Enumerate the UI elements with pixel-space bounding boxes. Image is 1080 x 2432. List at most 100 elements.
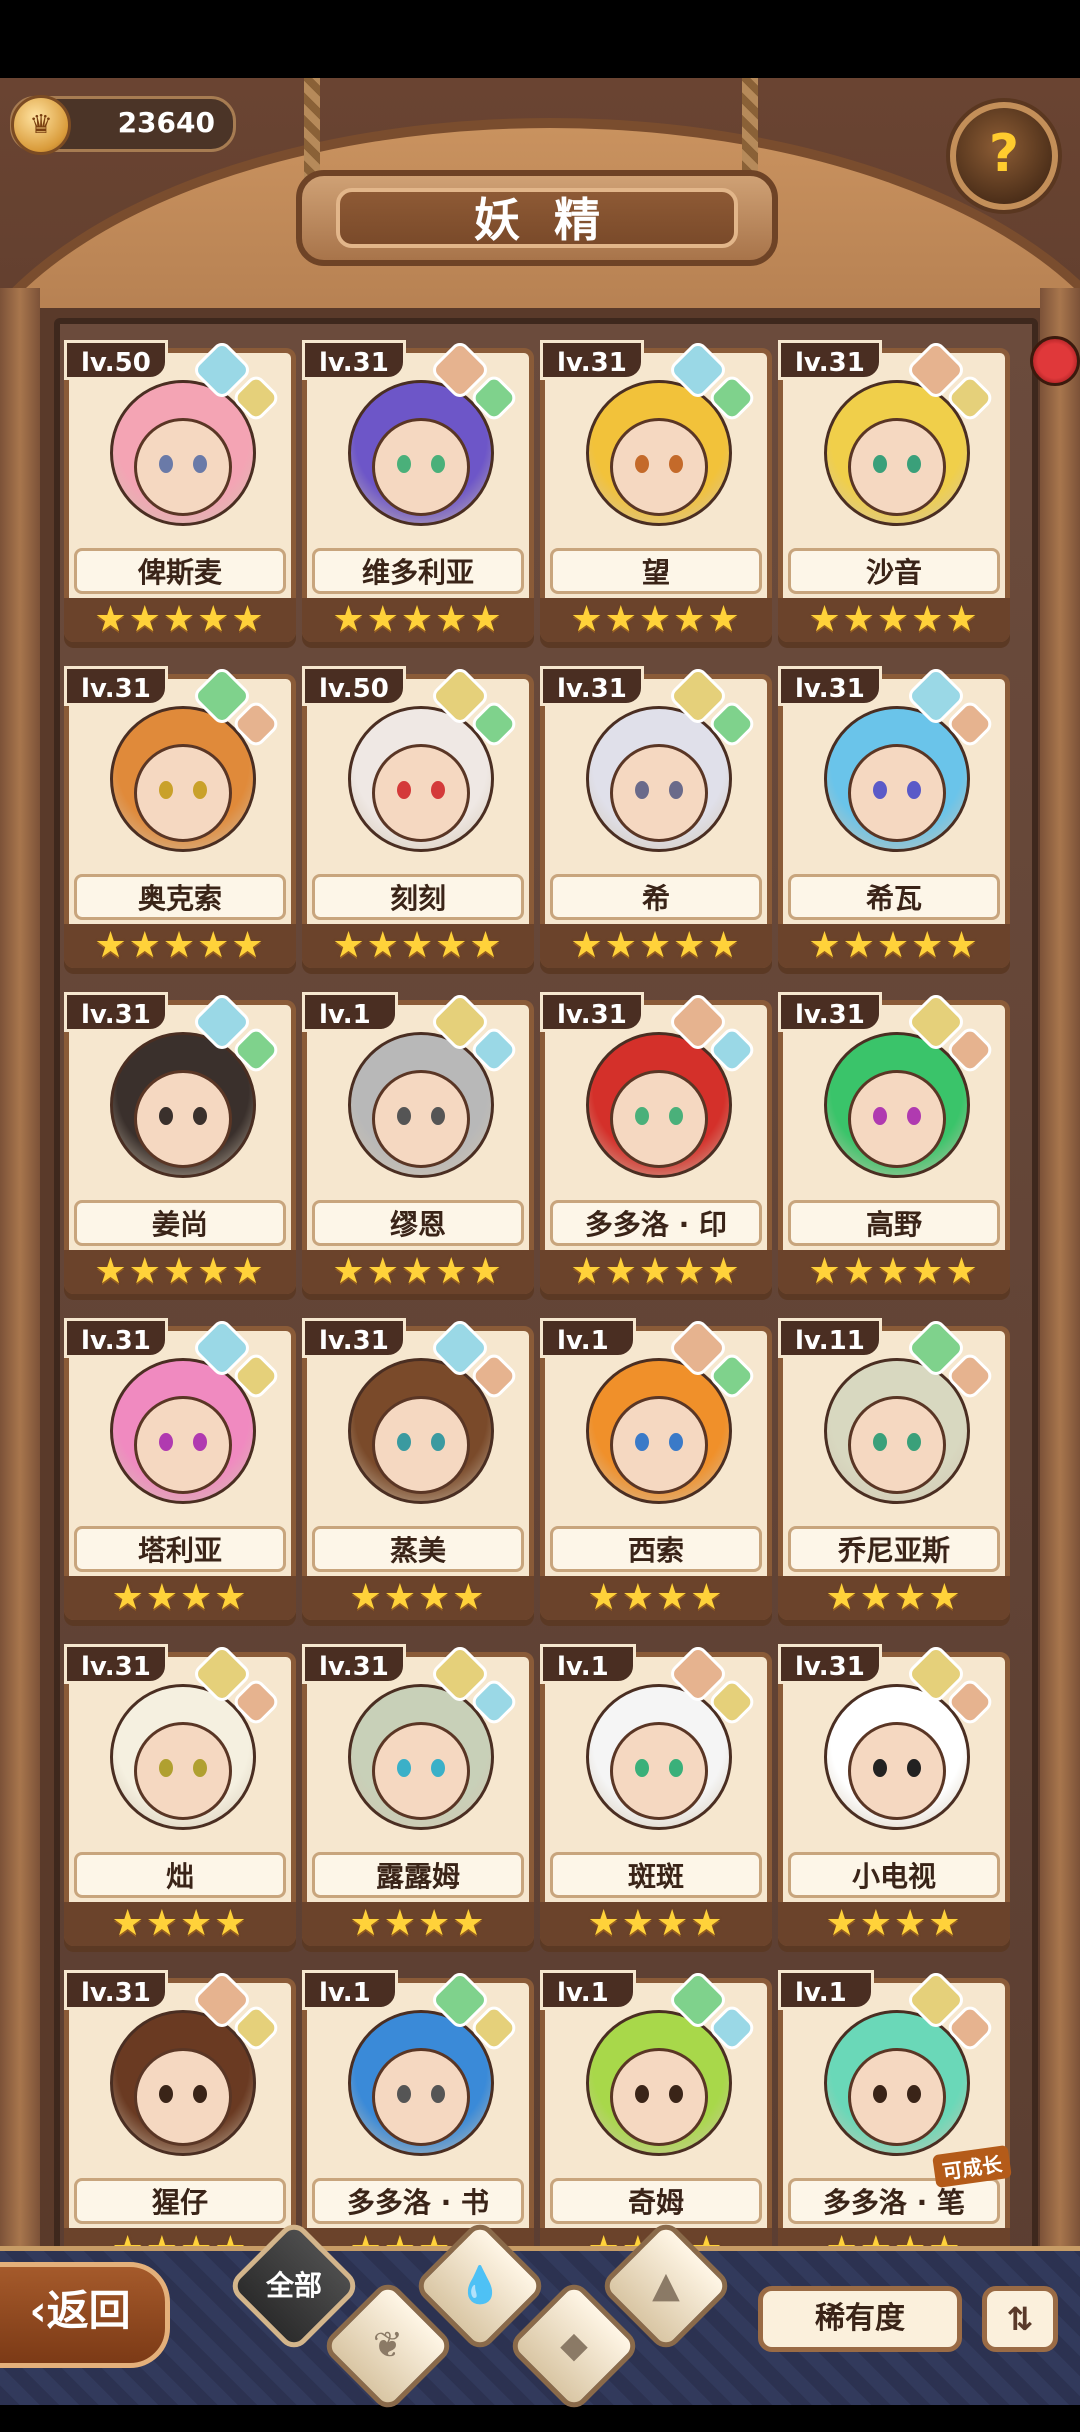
fairy-face <box>610 1396 708 1494</box>
fairy-eye <box>907 1759 921 1777</box>
fairy-eye <box>669 1759 683 1777</box>
fairy-eye <box>635 1759 649 1777</box>
fairy-face <box>372 744 470 842</box>
sort-order-icon: ⇅ <box>1006 2300 1034 2338</box>
star-rating: ★★★★ <box>64 1902 296 1946</box>
fairy-level: lv.31 <box>778 1644 882 1684</box>
fairy-level: lv.1 <box>302 1970 398 2010</box>
fairy-name: 沙音 <box>788 548 1000 594</box>
fairy-card[interactable]: lv.31 蒸美 ★★★★ <box>302 1316 534 1628</box>
fairy-eye <box>873 1759 887 1777</box>
star-rating: ★★★★★ <box>64 1250 296 1294</box>
fairy-eye <box>193 1759 207 1777</box>
fairy-eye <box>159 781 173 799</box>
fairy-eye <box>907 2085 921 2103</box>
fairy-face <box>372 1070 470 1168</box>
fairy-eye <box>193 2085 207 2103</box>
star-rating: ★★★★★ <box>64 598 296 642</box>
fairy-name: 刻刻 <box>312 874 524 920</box>
fairy-card[interactable]: lv.31 维多利亚 ★★★★★ <box>302 338 534 650</box>
fairy-card[interactable]: lv.31 塔利亚 ★★★★ <box>64 1316 296 1628</box>
fairy-card[interactable]: lv.1多多洛 · 笔★★★★可成长 <box>778 1968 1012 2280</box>
fairy-eye <box>159 2085 173 2103</box>
fairy-card[interactable]: lv.1 西索 ★★★★ <box>540 1316 772 1628</box>
fairy-eye <box>873 455 887 473</box>
star-rating: ★★★★★ <box>302 924 534 968</box>
fairy-level: lv.31 <box>64 1318 168 1358</box>
fairy-face <box>610 2048 708 2146</box>
fairy-face <box>372 2048 470 2146</box>
star-rating: ★★★★★ <box>778 924 1010 968</box>
fairy-level: lv.50 <box>302 666 406 706</box>
fairy-face <box>134 418 232 516</box>
fairy-level: lv.1 <box>540 1970 636 2010</box>
fairy-eye <box>397 1107 411 1125</box>
fairy-level: lv.31 <box>302 1318 406 1358</box>
fairy-level: lv.31 <box>540 340 644 380</box>
fairy-card[interactable]: lv.31 露露姆 ★★★★ <box>302 1642 534 1954</box>
fairy-card[interactable]: lv.1 斑斑 ★★★★ <box>540 1642 772 1954</box>
star-rating: ★★★★★ <box>540 598 772 642</box>
star-rating: ★★★★★ <box>302 598 534 642</box>
fairy-name: 西索 <box>550 1526 762 1572</box>
fairy-face <box>610 1722 708 1820</box>
fairy-name: 奥克索 <box>74 874 286 920</box>
fairy-card[interactable]: lv.31 希 ★★★★★ <box>540 664 772 976</box>
fairy-eye <box>907 781 921 799</box>
fairy-name: 小电视 <box>788 1852 1000 1898</box>
fairy-eye <box>669 2085 683 2103</box>
fairy-face <box>372 418 470 516</box>
rarity-sort-button[interactable]: 稀有度 <box>758 2286 962 2352</box>
fairy-face <box>610 1070 708 1168</box>
fairy-name: 多多洛 · 印 <box>550 1200 762 1246</box>
fairy-eye <box>159 1759 173 1777</box>
fairy-eye <box>635 1433 649 1451</box>
fairy-level: lv.31 <box>302 340 406 380</box>
fairy-card[interactable]: lv.31 沙音 ★★★★★ <box>778 338 1010 650</box>
rock-icon: ◆ <box>560 2325 588 2366</box>
fairy-face <box>134 1722 232 1820</box>
fairy-card[interactable]: lv.31 高野 ★★★★★ <box>778 990 1010 1302</box>
fairy-level: lv.31 <box>64 1644 168 1684</box>
fairy-card[interactable]: lv.11 乔尼亚斯 ★★★★ <box>778 1316 1010 1628</box>
fairy-level: lv.50 <box>64 340 168 380</box>
fairy-card[interactable]: lv.1多多洛 · 书★★★★ <box>302 1968 534 2280</box>
fairy-eye <box>397 781 411 799</box>
fairy-card[interactable]: lv.50 俾斯麦 ★★★★★ <box>64 338 296 650</box>
fairy-card[interactable]: lv.1 缪恩 ★★★★★ <box>302 990 534 1302</box>
fairy-eye <box>669 1107 683 1125</box>
fairy-eye <box>431 455 445 473</box>
sort-order-button[interactable]: ⇅ <box>982 2286 1058 2352</box>
fairy-level: lv.31 <box>64 666 168 706</box>
fairy-face <box>848 418 946 516</box>
fairy-card[interactable]: lv.31 多多洛 · 印 ★★★★★ <box>540 990 772 1302</box>
fairy-card[interactable]: lv.31 炪 ★★★★ <box>64 1642 296 1954</box>
star-rating: ★★★★★ <box>778 598 1010 642</box>
fairy-card[interactable]: lv.31猩仔★★★★ <box>64 1968 296 2280</box>
fairy-eye <box>397 1433 411 1451</box>
fairy-eye <box>431 1759 445 1777</box>
fairy-card[interactable]: lv.50 刻刻 ★★★★★ <box>302 664 534 976</box>
fairy-level: lv.1 <box>302 992 398 1032</box>
back-label: 返回 <box>46 2286 131 2335</box>
fairy-card[interactable]: lv.31 姜尚 ★★★★★ <box>64 990 296 1302</box>
fairy-face <box>848 2048 946 2146</box>
fairy-level: lv.1 <box>540 1644 636 1684</box>
fairy-face <box>134 1070 232 1168</box>
fairy-card[interactable]: lv.31 望 ★★★★★ <box>540 338 772 650</box>
fairy-level: lv.1 <box>540 1318 636 1358</box>
star-rating: ★★★★★ <box>540 924 772 968</box>
fairy-card[interactable]: lv.31 奥克索 ★★★★★ <box>64 664 296 976</box>
fairy-face <box>610 744 708 842</box>
fairy-name: 望 <box>550 548 762 594</box>
star-rating: ★★★★★ <box>302 1250 534 1294</box>
fairy-name: 猩仔 <box>74 2178 286 2224</box>
fairy-eye <box>873 781 887 799</box>
back-button[interactable]: ‹返回 <box>0 2262 170 2368</box>
fairy-level: lv.31 <box>540 666 644 706</box>
fairy-card[interactable]: lv.31 小电视 ★★★★ <box>778 1642 1010 1954</box>
fairy-card[interactable]: lv.31 希瓦 ★★★★★ <box>778 664 1010 976</box>
fairy-eye <box>635 781 649 799</box>
water-drop-icon: 💧 <box>457 2265 503 2306</box>
fairy-face <box>610 418 708 516</box>
